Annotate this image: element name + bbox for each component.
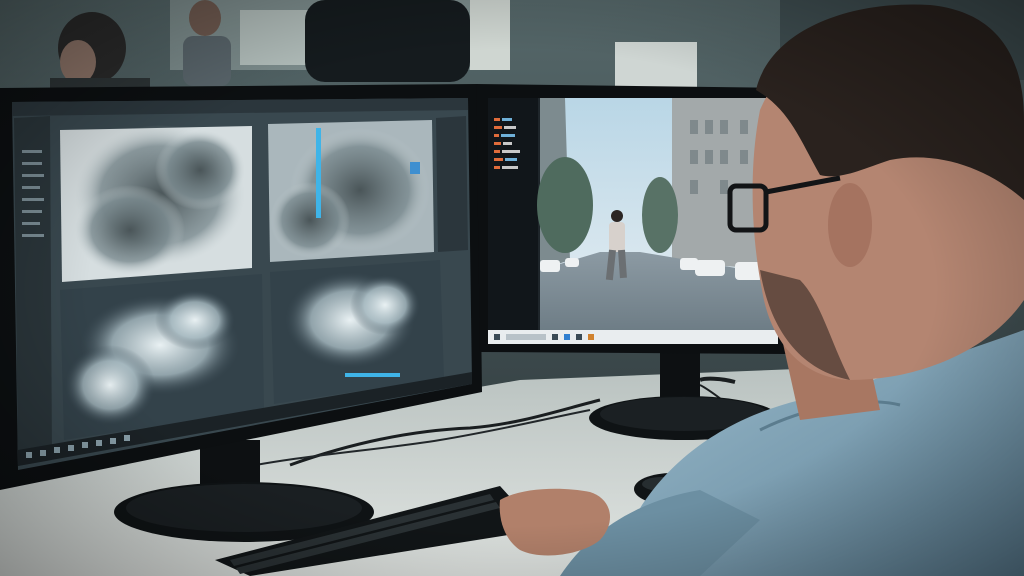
scene-illustration: [0, 0, 1024, 576]
office-scene: [0, 0, 1024, 576]
vignette-overlay: [0, 0, 1024, 576]
